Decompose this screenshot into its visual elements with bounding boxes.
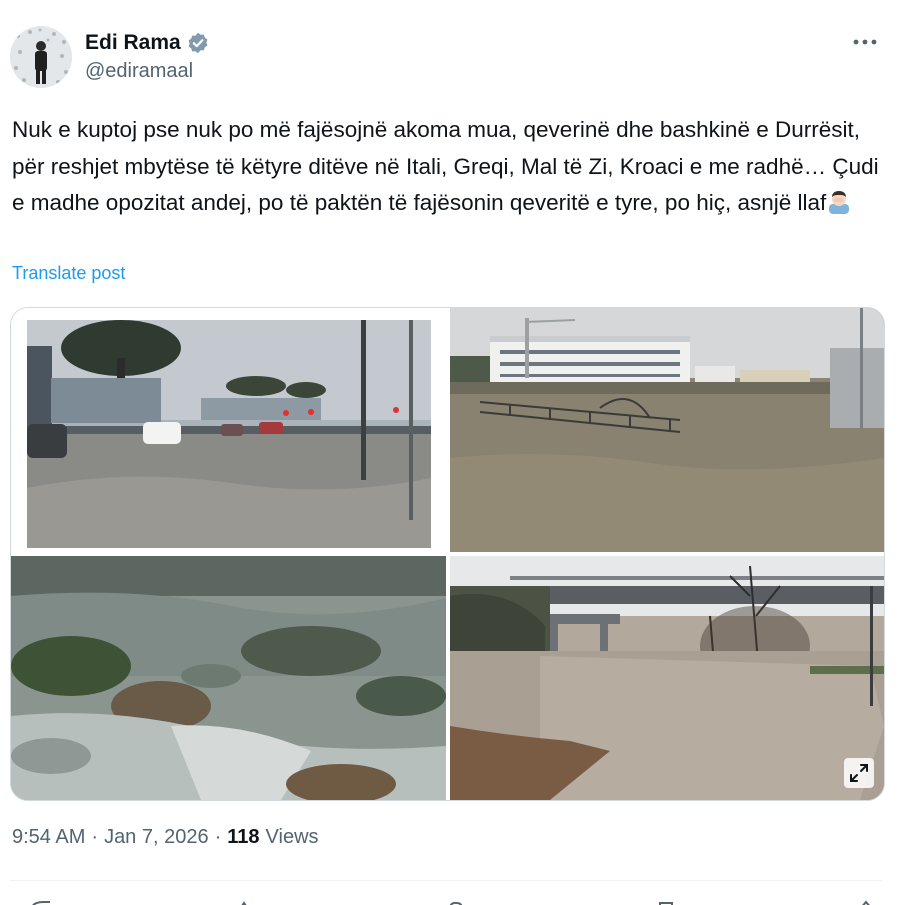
views-count: 118: [227, 826, 260, 848]
translate-post-link[interactable]: Translate post: [12, 263, 125, 284]
expand-icon[interactable]: [844, 758, 874, 788]
divider: [10, 880, 883, 881]
action-bar: [10, 896, 890, 905]
display-name[interactable]: Edi Rama: [85, 31, 181, 55]
more-options-icon[interactable]: [850, 30, 880, 54]
man-facepalming-emoji: [829, 191, 850, 214]
post-text: Nuk e kuptoj pse nuk po më fajësojnë ako…: [12, 112, 882, 222]
views-label: Views: [265, 826, 319, 848]
post-date[interactable]: Jan 7, 2026: [104, 826, 209, 849]
post-meta: 9:54 AM · Jan 7, 2026 · 118 Views: [12, 826, 319, 849]
post-time[interactable]: 9:54 AM: [12, 826, 85, 849]
meta-separator: ·: [214, 826, 222, 848]
flooded-building-lot-photo[interactable]: [450, 308, 884, 552]
handle[interactable]: @ediramaal: [85, 60, 209, 83]
verified-badge-icon: [188, 32, 208, 54]
avatar[interactable]: [10, 26, 72, 88]
post-text-body: Nuk e kuptoj pse nuk po më fajësojnë ako…: [12, 117, 879, 215]
post: Edi Rama @ediramaal Nuk e kuptoj pse nuk…: [0, 0, 900, 905]
media-grid: [10, 307, 885, 801]
meta-separator: ·: [91, 826, 99, 848]
post-header: Edi Rama @ediramaal: [10, 26, 890, 90]
flooded-field-photo[interactable]: [11, 556, 446, 800]
flooded-street-photo[interactable]: [11, 308, 446, 552]
author-names: Edi Rama @ediramaal: [85, 30, 209, 83]
flooded-underpass-photo[interactable]: [450, 556, 884, 800]
display-name-row: Edi Rama: [85, 30, 209, 56]
